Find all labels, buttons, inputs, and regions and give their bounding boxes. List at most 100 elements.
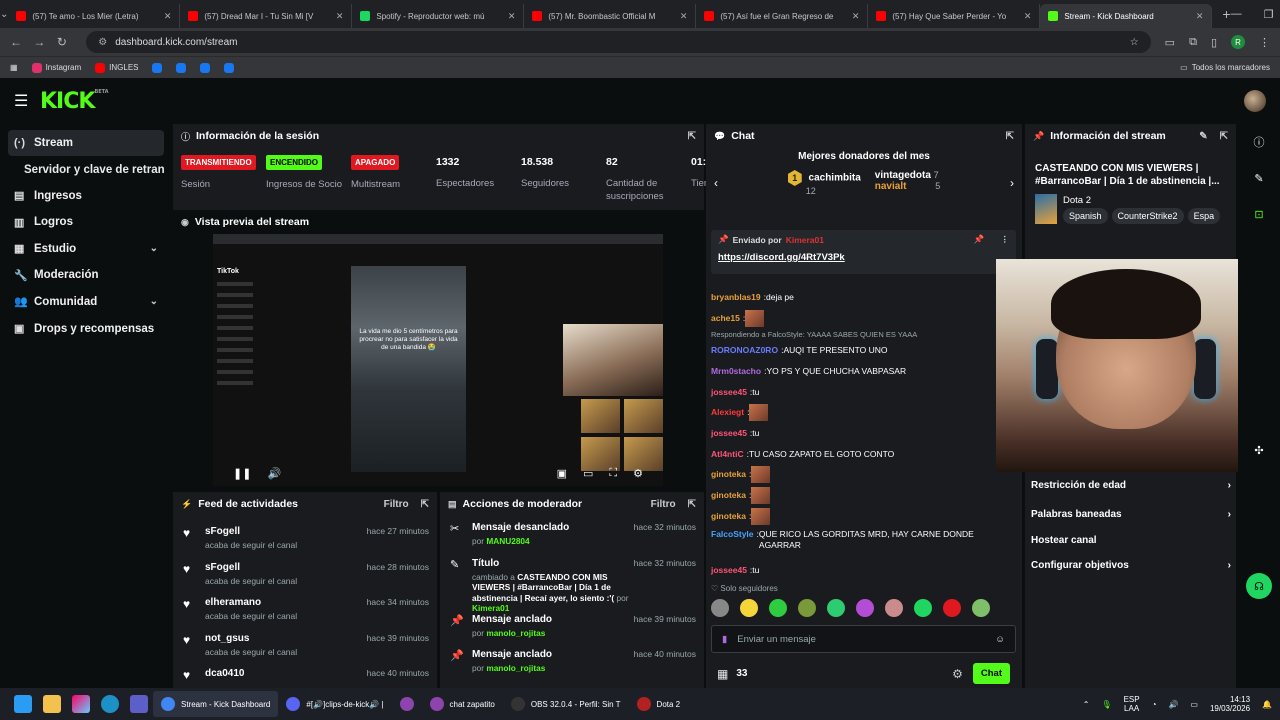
pip-icon[interactable]: ▣: [557, 467, 567, 480]
minimize-icon[interactable]: —: [1231, 8, 1242, 21]
chat-username[interactable]: jossee45: [711, 387, 747, 398]
donor-1[interactable]: 1 cachimbita 12: [787, 170, 861, 197]
tab-close-icon[interactable]: ✕: [852, 11, 860, 22]
chat-username[interactable]: FalcoStyle: [711, 529, 754, 540]
donor-2[interactable]: vintagedota 7 navialt 5: [875, 170, 940, 197]
profile-avatar[interactable]: R: [1231, 35, 1245, 49]
bookmark-item[interactable]: [200, 62, 211, 73]
kick-logo[interactable]: KICKBETA: [40, 89, 109, 114]
popout-icon[interactable]: ⇱: [1220, 131, 1228, 142]
chevron-down-icon[interactable]: ⌄: [150, 296, 158, 307]
stream-setting-item[interactable]: Restricción de edad ›: [1031, 480, 1231, 491]
extensions-icon[interactable]: ⧉: [1189, 36, 1197, 49]
mod-username[interactable]: manolo_rojitas: [486, 663, 545, 673]
bookmark-star-icon[interactable]: ☆: [1130, 37, 1139, 48]
forward-icon[interactable]: →: [33, 35, 56, 49]
all-bookmarks[interactable]: ▭ Todos los marcadores: [1180, 63, 1270, 72]
tab-close-icon[interactable]: ✕: [164, 11, 172, 22]
pencil-icon[interactable]: ✎: [1238, 160, 1280, 196]
sidebar-item-logros[interactable]: ▥ Logros: [8, 209, 164, 235]
mod-username[interactable]: Kimera01: [472, 603, 509, 613]
tab-close-icon[interactable]: ✕: [508, 11, 516, 22]
chat-username[interactable]: ache15: [711, 313, 740, 324]
chat-username[interactable]: Alexiegt: [711, 407, 744, 418]
quick-emote-icon[interactable]: [885, 599, 903, 617]
stream-setting-item[interactable]: Configurar objetivos ›: [1031, 560, 1231, 571]
edge-icon[interactable]: [100, 695, 119, 713]
quick-emote-icon[interactable]: [769, 599, 787, 617]
stream-tag[interactable]: CounterStrike2: [1111, 207, 1184, 224]
mod-filter-button[interactable]: Filtro: [651, 499, 676, 510]
tab-close-icon[interactable]: ✕: [1196, 11, 1204, 22]
popout-icon[interactable]: ⇱: [421, 499, 429, 510]
sidepanel-icon[interactable]: ▯: [1211, 36, 1217, 49]
chat-username[interactable]: ginoteka: [711, 511, 746, 522]
taskbar-app[interactable]: [392, 691, 422, 717]
stream-preview-video[interactable]: TikTok La vida me dio 5 centímetros para…: [213, 234, 663, 486]
target-icon[interactable]: ⊡: [1238, 196, 1280, 232]
pinned-link[interactable]: https://discord.gg/4Rt7V3Pk: [718, 252, 1009, 263]
unpin-icon[interactable]: 📌: [974, 234, 985, 245]
quick-emote-icon[interactable]: [711, 599, 729, 617]
puzzle-icon[interactable]: ✣: [1238, 432, 1280, 468]
game-name[interactable]: Dota 2: [1063, 195, 1220, 206]
url-field[interactable]: ⚙ dashboard.kick.com/stream ☆: [86, 31, 1151, 53]
quick-emote-icon[interactable]: [798, 599, 816, 617]
hamburger-menu-icon[interactable]: ☰: [14, 91, 40, 111]
popout-icon[interactable]: ⇱: [688, 131, 696, 142]
taskbar-app[interactable]: OBS 32.0.4 - Perfil: Sin T: [503, 691, 629, 717]
sidebar-item-drops-y-recompensas[interactable]: ▣ Drops y recompensas: [8, 316, 164, 342]
chat-username[interactable]: Mrm0stacho: [711, 366, 761, 377]
browser-tab[interactable]: (57) Así fue el Gran Regreso de ✕: [696, 4, 869, 28]
user-avatar[interactable]: [1244, 90, 1266, 112]
new-tab-button[interactable]: +: [1222, 6, 1230, 22]
bookmark-item[interactable]: [176, 62, 187, 73]
chrome-menu-icon[interactable]: ⋮: [1259, 36, 1270, 49]
sidebar-item-ingresos[interactable]: ▤ Ingresos: [8, 183, 164, 209]
taskbar-app[interactable]: Stream - Kick Dashboard: [153, 691, 279, 717]
browser-tab[interactable]: (57) Hay Que Saber Perder - Yo ✕: [868, 4, 1041, 28]
tab-close-icon[interactable]: ✕: [336, 11, 344, 22]
stream-tag[interactable]: Espa: [1187, 207, 1221, 224]
support-icon[interactable]: ☊: [1238, 568, 1280, 604]
browser-tab[interactable]: (57) Te amo - Los Mier (Letra) ✕: [8, 4, 181, 28]
mod-username[interactable]: MANU2804: [486, 536, 529, 546]
feed-username[interactable]: sFogell: [205, 526, 367, 537]
feed-filter-button[interactable]: Filtro: [384, 499, 409, 510]
reload-icon[interactable]: ↻: [57, 35, 80, 49]
copilot-icon[interactable]: [71, 695, 90, 713]
chat-username[interactable]: bryanblas19: [711, 292, 761, 303]
theater-icon[interactable]: ▭: [583, 467, 593, 480]
volume-icon[interactable]: 🔊: [267, 467, 281, 480]
feed-username[interactable]: dca0410: [205, 668, 367, 679]
sidebar-item-server-key[interactable]: Servidor y clave de retransmisión: [8, 157, 164, 183]
windows-start-icon[interactable]: [13, 695, 32, 713]
feed-username[interactable]: sFogell: [205, 562, 367, 573]
maximize-icon[interactable]: ❐: [1264, 8, 1274, 21]
settings-icon[interactable]: ⚙: [633, 467, 643, 480]
quick-emote-icon[interactable]: [914, 599, 932, 617]
chat-settings-icon[interactable]: ⚙: [952, 667, 963, 681]
taskbar-app[interactable]: Dota 2: [629, 691, 689, 717]
clock[interactable]: 14:13 19/03/2026: [1210, 695, 1250, 713]
donors-next-icon[interactable]: ›: [1010, 176, 1014, 190]
sidebar-item-moderaci-n[interactable]: 🔧 Moderación: [8, 262, 164, 288]
quick-emote-icon[interactable]: [972, 599, 990, 617]
file-explorer-icon[interactable]: [42, 695, 61, 713]
tab-close-icon[interactable]: ✕: [680, 11, 688, 22]
store-icon[interactable]: [129, 695, 148, 713]
chat-username[interactable]: jossee45: [711, 428, 747, 439]
donors-prev-icon[interactable]: ‹: [714, 176, 718, 190]
stream-setting-item[interactable]: Hostear canal: [1031, 535, 1231, 546]
smiley-icon[interactable]: ☺: [995, 634, 1005, 645]
info-icon[interactable]: ⓘ: [1238, 124, 1280, 160]
back-icon[interactable]: ←: [10, 35, 33, 49]
bookmark-item[interactable]: [152, 62, 163, 73]
points-icon[interactable]: ▦: [717, 667, 728, 681]
tab-close-icon[interactable]: ✕: [1024, 11, 1032, 22]
quick-emote-icon[interactable]: [856, 599, 874, 617]
quick-emote-icon[interactable]: [943, 599, 961, 617]
cast-icon[interactable]: ▭: [1165, 36, 1175, 49]
browser-tab[interactable]: (57) Mr. Boombastic Official M ✕: [524, 4, 697, 28]
sidebar-item-stream[interactable]: (·) Stream: [8, 130, 164, 156]
